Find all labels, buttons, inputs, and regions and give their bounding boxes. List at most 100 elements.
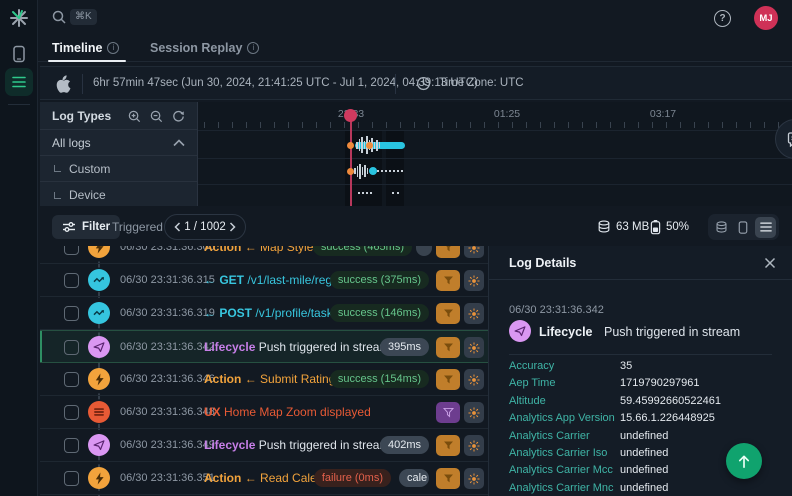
row-impact-button[interactable] xyxy=(464,246,484,258)
log-type-row-custom[interactable]: Custom xyxy=(40,156,197,182)
log-row[interactable]: 06/30 23:31:36.319 ← POST /v1/profile/ta… xyxy=(40,297,488,330)
session-info-bar: 6hr 57min 47sec (Jun 30, 2024, 21:41:25 … xyxy=(40,66,792,100)
row-filter-button[interactable] xyxy=(436,270,460,291)
view-toggle-data[interactable] xyxy=(711,217,732,238)
help-button[interactable]: ? xyxy=(714,10,731,27)
row-impact-button[interactable] xyxy=(464,303,484,324)
row-checkbox[interactable] xyxy=(64,340,79,355)
lifecycle-event-icon xyxy=(88,336,110,358)
chevron-left-icon[interactable] xyxy=(174,222,181,232)
tab-timeline-label: Timeline xyxy=(52,41,102,55)
log-timestamp: 06/30 23:31:36.349 xyxy=(120,439,215,451)
sidebar xyxy=(0,0,38,496)
row-checkbox[interactable] xyxy=(64,306,79,321)
log-row[interactable]: 06/30 23:31:36.351 Action ← Read Calenda… xyxy=(40,462,488,495)
log-row[interactable]: 06/30 23:31:36.349 Lifecycle Push trigge… xyxy=(40,429,488,462)
playhead-handle[interactable] xyxy=(344,109,357,122)
row-filter-button[interactable] xyxy=(436,402,460,423)
zoom-in-button[interactable] xyxy=(126,108,143,125)
tab-bar: Timeline i Session Replay i xyxy=(38,34,792,62)
row-impact-button[interactable] xyxy=(464,270,484,291)
dotted-event-series xyxy=(392,192,399,194)
row-impact-button[interactable] xyxy=(464,468,484,489)
row-impact-button[interactable] xyxy=(464,369,484,390)
row-checkbox[interactable] xyxy=(64,372,79,387)
status-badge: failure (0ms) xyxy=(314,469,391,487)
lane-divider xyxy=(198,184,792,185)
list-icon xyxy=(759,221,773,233)
log-timestamp: 06/30 23:31:36.319 xyxy=(120,307,215,319)
memory-indicator: 63 MB xyxy=(597,219,649,234)
reset-zoom-button[interactable] xyxy=(170,108,187,125)
view-toggle-device[interactable] xyxy=(733,217,754,238)
row-impact-button[interactable] xyxy=(464,402,484,423)
lifecycle-event-icon xyxy=(509,320,531,342)
chevron-up-icon[interactable] xyxy=(173,139,185,147)
tab-timeline[interactable]: Timeline i xyxy=(52,34,119,61)
log-row[interactable]: 06/30 23:31:36.348 UX Home Map Zoom disp… xyxy=(40,396,488,429)
search-input[interactable] xyxy=(51,9,67,30)
info-icon[interactable]: i xyxy=(247,42,259,54)
row-filter-button[interactable] xyxy=(436,337,460,358)
lane-divider xyxy=(198,130,792,131)
field-key: Accuracy xyxy=(509,360,554,372)
network-event-icon xyxy=(88,302,110,324)
action-event-icon xyxy=(88,467,110,489)
row-filter-button[interactable] xyxy=(436,468,460,489)
scroll-to-top-button[interactable] xyxy=(726,443,762,479)
tree-corner-icon xyxy=(54,192,61,199)
timeline-lanes[interactable]: 23:33 01:25 03:17 xyxy=(198,102,792,206)
log-timestamp: 06/30 23:31:36.348 xyxy=(120,406,215,418)
log-timestamp: 06/30 23:31:36.305 xyxy=(120,246,215,253)
log-row[interactable]: 06/30 23:31:36.346 Action ← Submit Ratin… xyxy=(40,363,488,396)
event-marker-orange[interactable] xyxy=(366,142,373,149)
detail-field: Analytics Carrier Mnc undefined xyxy=(489,482,792,496)
info-icon[interactable]: i xyxy=(107,42,119,54)
field-key: Analytics Carrier Mcc xyxy=(509,464,613,476)
playhead-line[interactable] xyxy=(350,111,352,206)
log-message: Lifecycle Push triggered in stream xyxy=(204,340,389,354)
log-type-row-device[interactable]: Device xyxy=(40,182,197,208)
zoom-out-button[interactable] xyxy=(148,108,165,125)
log-type-row-all[interactable]: All logs xyxy=(40,130,197,156)
row-impact-button[interactable] xyxy=(464,337,484,358)
row-checkbox[interactable] xyxy=(64,246,79,255)
avatar[interactable]: MJ xyxy=(754,6,778,30)
close-icon xyxy=(764,257,776,269)
event-marker-cyan[interactable] xyxy=(369,167,377,175)
log-message: Lifecycle Push triggered in stream xyxy=(204,438,389,452)
divider xyxy=(82,74,83,94)
field-value: 1719790297961 xyxy=(620,377,700,389)
row-filter-button[interactable] xyxy=(436,246,460,258)
log-timestamp: 06/30 23:31:36.346 xyxy=(120,373,215,385)
row-impact-button[interactable] xyxy=(464,435,484,456)
detail-field: Altitude 59.45992660522461 xyxy=(489,395,792,412)
status-badge: success (375ms) xyxy=(330,271,429,289)
activity-waveform xyxy=(354,162,368,180)
field-key: Analytics App Version xyxy=(509,412,615,424)
row-checkbox[interactable] xyxy=(64,405,79,420)
time-ruler xyxy=(204,122,792,128)
view-toggle-list-active[interactable] xyxy=(755,217,776,238)
close-button[interactable] xyxy=(762,255,778,271)
brand-logo-icon[interactable] xyxy=(7,6,31,30)
row-filter-button[interactable] xyxy=(436,435,460,456)
sidebar-item-logs-active[interactable] xyxy=(5,68,33,96)
event-marker-orange[interactable] xyxy=(347,142,354,149)
row-checkbox[interactable] xyxy=(64,438,79,453)
row-filter-button[interactable] xyxy=(436,303,460,324)
row-filter-button[interactable] xyxy=(436,369,460,390)
sidebar-item-device[interactable] xyxy=(7,42,31,66)
axis-tick-label: 03:17 xyxy=(643,108,683,120)
row-checkbox[interactable] xyxy=(64,273,79,288)
log-row-selected[interactable]: 06/30 23:31:36.342 Lifecycle Push trigge… xyxy=(40,330,488,363)
chevron-right-icon[interactable] xyxy=(229,222,236,232)
log-row[interactable]: 06/30 23:31:36.315 ← GET /v1/last-mile/r… xyxy=(40,264,488,297)
tab-session-replay[interactable]: Session Replay i xyxy=(150,34,259,61)
row-checkbox[interactable] xyxy=(64,471,79,486)
filter-button[interactable]: Filter xyxy=(52,215,120,239)
sliders-icon xyxy=(62,221,76,233)
event-marker-orange[interactable] xyxy=(347,168,354,175)
active-tab-underline xyxy=(48,60,126,63)
log-row[interactable]: 06/30 23:31:36.305 Action ← Map Style Lo… xyxy=(40,246,488,264)
